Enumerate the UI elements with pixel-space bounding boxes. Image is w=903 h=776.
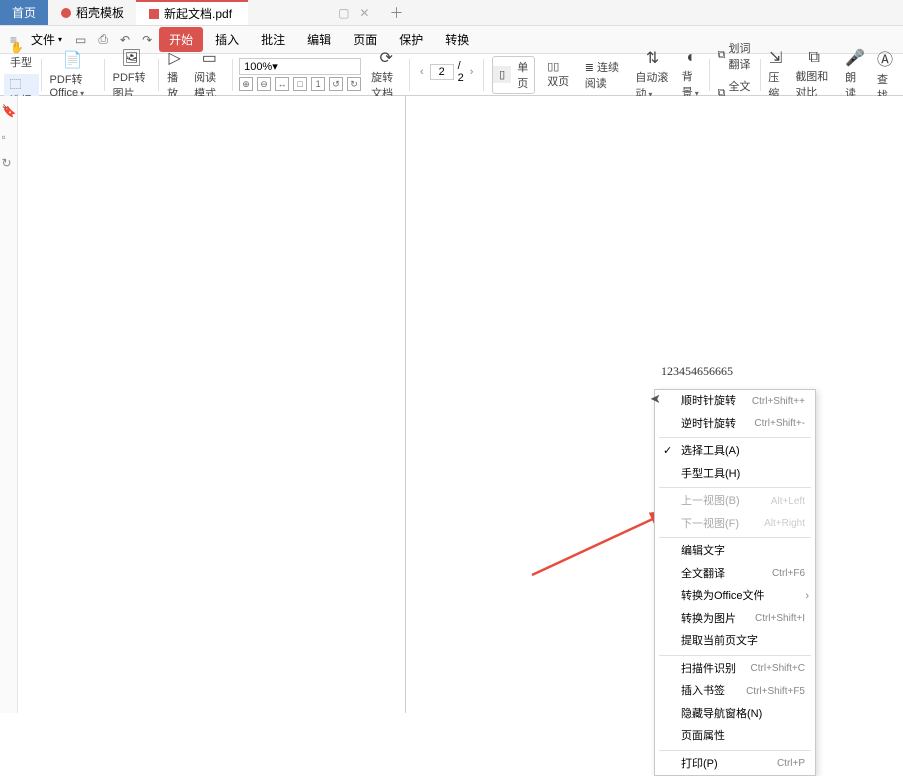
menu-annotate[interactable]: 批注 [251,27,295,52]
prev-page-icon[interactable]: ‹ [418,66,426,78]
ctx-convert-office[interactable]: 转换为Office文件 [655,585,815,608]
ctx-rotate-ccw[interactable]: 逆时针旋转Ctrl+Shift+- [655,413,815,436]
document-body-text: 123454656665 [661,364,733,379]
hand-tool[interactable]: ✋ 手型 [4,39,39,72]
zoom-level[interactable]: 100% ▾ [239,58,361,75]
zoom-out-icon[interactable]: ⊖ [257,77,271,91]
tab-bar: 首页 稻壳模板 新起文档.pdf ▢ ✕ ＋ [0,0,903,26]
background[interactable]: ◐背景 [676,47,707,102]
menu-convert[interactable]: 转换 [435,27,479,52]
bookmark-icon[interactable]: 🔖 [2,104,16,118]
single-page[interactable]: ▯单页 [486,54,541,96]
rotate-right-icon[interactable]: ↻ [347,77,361,91]
context-menu: 顺时针旋转Ctrl+Shift++ 逆时针旋转Ctrl+Shift+- ✓选择工… [654,389,816,776]
ctx-ocr[interactable]: 扫描件识别Ctrl+Shift+C [655,658,815,681]
app-icon [60,7,72,19]
ctx-select-tool[interactable]: ✓选择工具(A) [655,440,815,463]
menu-edit[interactable]: 编辑 [297,27,341,52]
continuous-read[interactable]: ≣ 连续阅读 [579,57,630,93]
tab-document[interactable]: 新起文档.pdf [136,0,248,25]
crop-compare[interactable]: ⧉截图和对比 [789,47,839,102]
ctx-convert-image[interactable]: 转换为图片Ctrl+Shift+I [655,608,815,631]
actual-size-icon[interactable]: 1 [311,77,325,91]
tab-label: 首页 [12,4,36,21]
sidebar: 🔖 ▫ ↻ [0,96,18,713]
page-1-view[interactable] [18,96,406,713]
pdf-to-image[interactable]: 🖼PDF转图片 [107,46,157,103]
ctx-extract-text[interactable]: 提取当前页文字 [655,630,815,653]
ctx-print[interactable]: 打印(P)Ctrl+P [655,753,815,776]
cursor-icon: ➤ [650,391,661,407]
rotate-left-icon[interactable]: ↺ [329,77,343,91]
zoom-in-icon[interactable]: ⊕ [239,77,253,91]
open-icon[interactable]: ▭ [70,31,91,49]
play-button[interactable]: ▷播放 [161,46,188,103]
ctx-edit-text[interactable]: 编辑文字 [655,540,815,563]
ctx-hand-tool[interactable]: 手型工具(H) [655,463,815,486]
ctx-hide-nav[interactable]: 隐藏导航窗格(N) [655,703,815,726]
thumbnail-icon[interactable]: ▫ [2,130,16,144]
tab-label: 稻壳模板 [76,4,124,21]
page-total: / 2 [458,60,464,84]
pdf-icon [148,8,160,20]
ctx-prev-view: 上一视图(B)Alt+Left [655,490,815,513]
ctx-rotate-cw[interactable]: 顺时针旋转Ctrl+Shift++ [655,390,815,413]
fit-page-icon[interactable]: □ [293,77,307,91]
new-tab-button[interactable]: ＋ [379,3,413,23]
ctx-page-props[interactable]: 页面属性 [655,725,815,748]
check-icon: ✓ [663,443,672,460]
double-page[interactable]: ▯▯ 双页 [541,58,579,91]
rotate-doc[interactable]: ⟳旋转文档 [365,46,407,103]
page-navigator: ‹ / 2 › [418,60,475,84]
attachment-icon[interactable]: ↻ [2,156,16,170]
fit-width-icon[interactable]: ↔ [275,77,289,91]
read-mode[interactable]: ▭阅读模式 [188,46,230,103]
ctx-next-view: 下一视图(F)Alt+Right [655,513,815,536]
tab-label: 新起文档.pdf [164,5,232,22]
compress[interactable]: ⇲压缩 [762,46,789,103]
pdf-to-office[interactable]: 📄PDF转Office [44,48,102,101]
ctx-full-translate[interactable]: 全文翻译Ctrl+F6 [655,563,815,586]
tab-template[interactable]: 稻壳模板 [48,0,136,25]
word-translate[interactable]: ⧉划词翻译 [712,38,758,74]
next-page-icon[interactable]: › [468,66,476,78]
page-input[interactable] [430,64,454,80]
ctx-insert-bookmark[interactable]: 插入书签Ctrl+Shift+F5 [655,680,815,703]
auto-scroll[interactable]: ⇅自动滚动 [629,46,675,103]
restore-icon[interactable]: ▢ [338,6,349,20]
tab-home[interactable]: 首页 [0,0,48,25]
close-tab-icon[interactable]: ✕ [349,6,379,20]
read-aloud[interactable]: 🎤朗读 [839,46,871,103]
toolbar: ✋ 手型 ⬚ 选择 📄PDF转Office 🖼PDF转图片 ▷播放 ▭阅读模式 … [0,54,903,96]
